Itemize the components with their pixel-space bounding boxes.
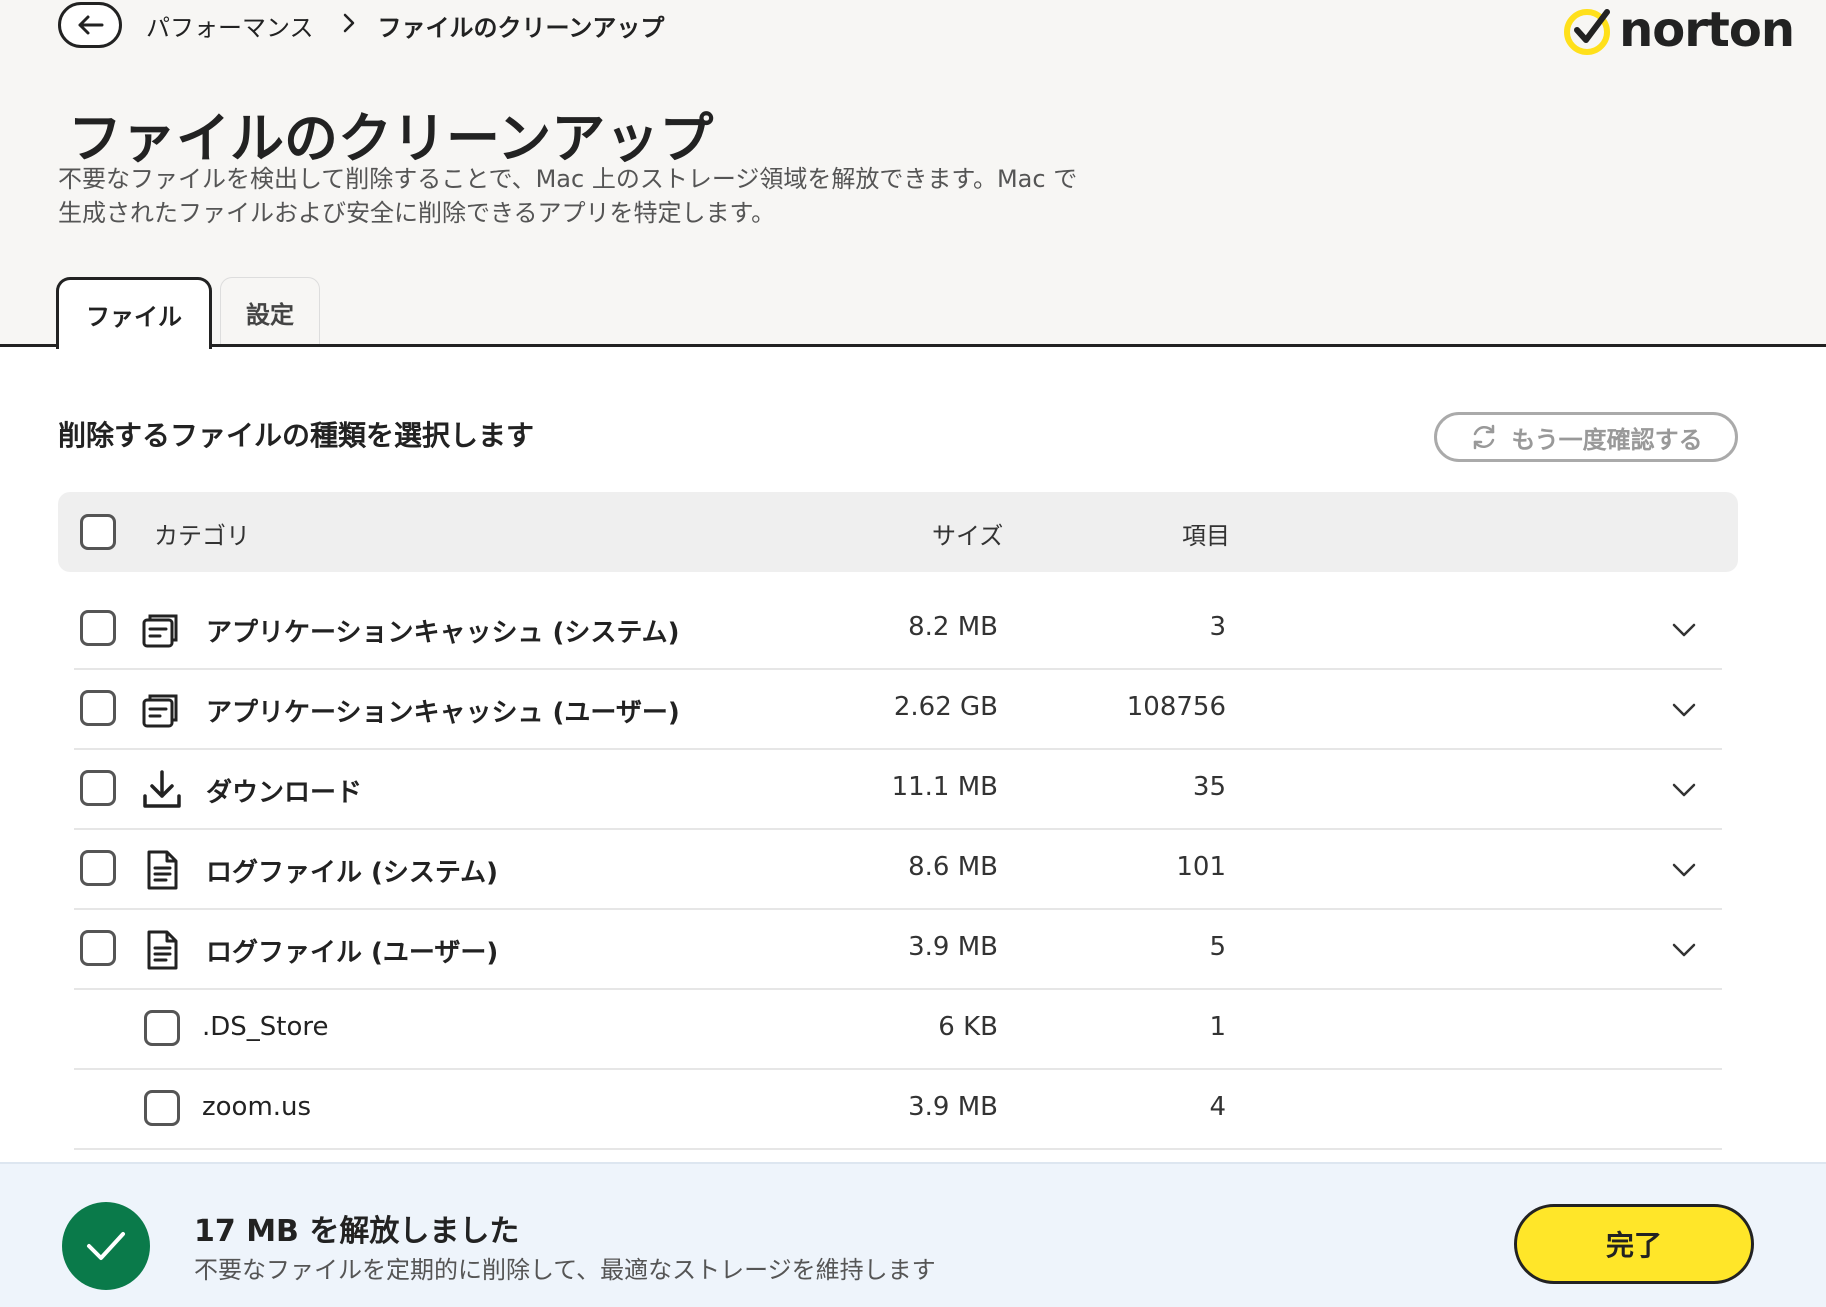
download-icon [143,770,181,808]
row-label: ログファイル (ユーザー) [206,938,499,968]
row-size: 11.1 MB [891,772,998,802]
row-count: 3 [1209,612,1226,642]
tab-files[interactable]: ファイル [56,277,212,349]
back-button[interactable] [58,2,122,48]
row-checkbox[interactable] [80,690,116,726]
norton-check-icon [1564,9,1611,55]
table-subrow[interactable]: zoom.us 3.9 MB 4 [74,1070,1722,1150]
recheck-label: もう一度確認する [1511,425,1703,454]
brand-name: norton [1619,2,1795,58]
subrow-count: 4 [1209,1092,1226,1122]
row-checkbox[interactable] [80,930,116,966]
subrow-label: .DS_Store [202,1012,329,1042]
tab-divider [0,344,1826,347]
tab-bar: ファイル 設定 [56,277,320,349]
section-title: 削除するファイルの種類を選択します [58,419,535,452]
breadcrumb-parent[interactable]: パフォーマンス [146,8,314,43]
chevron-down-icon[interactable] [1668,614,1700,646]
row-size: 2.62 GB [893,692,998,722]
table-row[interactable]: ログファイル (ユーザー) 3.9 MB 5 [74,910,1722,990]
recheck-button[interactable]: もう一度確認する [1434,412,1738,462]
breadcrumb-current: ファイルのクリーンアップ [377,14,665,42]
tab-settings[interactable]: 設定 [220,277,320,347]
row-checkbox[interactable] [80,610,116,646]
row-checkbox[interactable] [80,770,116,806]
row-count: 101 [1176,852,1226,882]
document-icon [147,850,178,890]
row-size: 8.2 MB [908,612,998,642]
chevron-down-icon[interactable] [1668,774,1700,806]
subrow-label: zoom.us [202,1092,312,1122]
row-size: 3.9 MB [908,932,998,962]
column-header-category: カテゴリ [154,522,250,550]
table-header: カテゴリ サイズ 項目 [58,492,1738,572]
freed-space-subtitle: 不要なファイルを定期的に削除して、最適なストレージを維持します [194,1256,936,1284]
subrow-size: 6 KB [938,1012,998,1042]
checkmark-icon [87,1232,125,1260]
cache-icon [142,614,178,648]
chevron-down-icon[interactable] [1668,694,1700,726]
column-header-items: 項目 [1182,522,1230,550]
norton-logo: norton [1563,2,1795,58]
subrow-size: 3.9 MB [908,1092,998,1122]
row-checkbox[interactable] [80,850,116,886]
row-count: 5 [1209,932,1226,962]
description-line-1: 不要なファイルを検出して削除することで、Mac 上のストレージ領域を解放できます… [58,165,1078,193]
row-count: 108756 [1126,692,1226,722]
row-size: 8.6 MB [908,852,998,882]
chevron-down-icon[interactable] [1668,934,1700,966]
select-all-checkbox[interactable] [80,514,116,550]
table-row[interactable]: アプリケーションキャッシュ (ユーザー) 2.62 GB 108756 [74,670,1722,750]
chevron-down-icon[interactable] [1668,854,1700,886]
row-label: アプリケーションキャッシュ (システム) [206,618,680,648]
cache-icon [142,694,178,728]
row-count: 35 [1192,772,1226,802]
breadcrumb: パフォーマンス ファイルのクリーンアップ [146,8,664,43]
arrow-left-icon [78,15,104,35]
table-row[interactable]: ダウンロード 11.1 MB 35 [74,750,1722,830]
description-line-2: 生成されたファイルおよび安全に削除できるアプリを特定します。 [58,199,776,227]
chevron-right-icon [342,12,356,40]
row-label: ログファイル (システム) [206,858,499,888]
done-button[interactable]: 完了 [1514,1204,1754,1284]
subrow-checkbox[interactable] [144,1010,180,1046]
success-badge [62,1202,150,1290]
subrow-checkbox[interactable] [144,1090,180,1126]
freed-space-title: 17 MB を解放しました [194,1214,520,1249]
refresh-icon [1474,424,1495,450]
document-icon [147,930,178,970]
page-description: 不要なファイルを検出して削除することで、Mac 上のストレージ領域を解放できます… [58,162,1198,230]
subrow-count: 1 [1209,1012,1226,1042]
status-footer: 17 MB を解放しました 不要なファイルを定期的に削除して、最適なストレージを… [0,1162,1826,1307]
row-label: ダウンロード [206,778,363,808]
row-label: アプリケーションキャッシュ (ユーザー) [206,698,680,728]
column-header-size: サイズ [932,522,1004,550]
table-row[interactable]: アプリケーションキャッシュ (システム) 8.2 MB 3 [74,590,1722,670]
table-subrow[interactable]: .DS_Store 6 KB 1 [74,990,1722,1070]
table-row[interactable]: ログファイル (システム) 8.6 MB 101 [74,830,1722,910]
